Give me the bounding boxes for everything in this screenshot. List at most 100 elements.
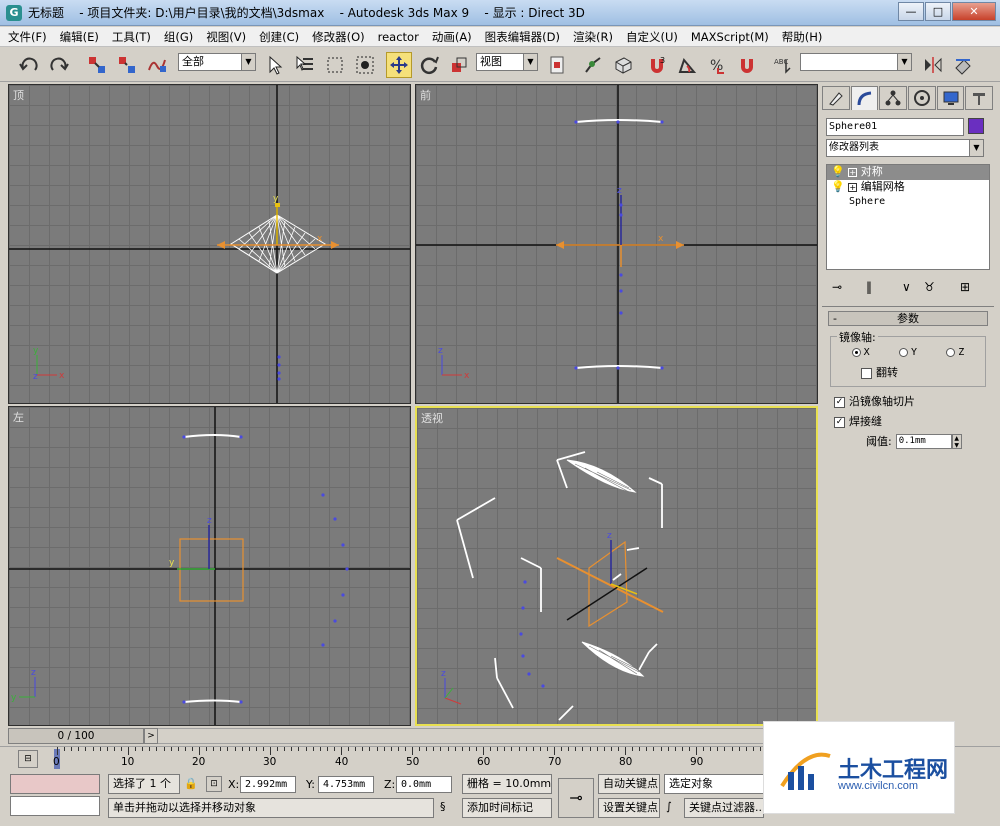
menu-file[interactable]: 文件(F)	[8, 29, 47, 45]
menu-rendering[interactable]: 渲染(R)	[573, 29, 613, 45]
undo-icon[interactable]	[16, 52, 42, 78]
time-slider[interactable]: 0 / 100 >	[8, 728, 814, 744]
axis-x-radio[interactable]: X	[851, 347, 870, 358]
select-and-move-icon[interactable]	[386, 52, 412, 78]
set-key-icon[interactable]: ⊸	[558, 778, 594, 818]
viewport-left[interactable]: 左 z y z y	[8, 406, 411, 726]
unlink-selection-icon[interactable]	[114, 52, 140, 78]
spinner-snap-toggle-icon[interactable]	[734, 52, 760, 78]
x-coordinate-field[interactable]: 2.992mm	[240, 776, 296, 793]
maximize-button[interactable]: □	[925, 2, 951, 21]
configure-modifier-sets-icon[interactable]: ⊞	[960, 280, 970, 294]
threshold-field[interactable]: 0.1mm	[895, 433, 952, 449]
viewport-front[interactable]: 前 z x z x	[415, 84, 818, 404]
object-name-field[interactable]: Sphere01	[826, 118, 964, 136]
maxscript-listener-white[interactable]	[10, 796, 100, 816]
menu-customize[interactable]: 自定义(U)	[626, 29, 678, 45]
percent-snap-toggle-icon[interactable]: %	[704, 52, 730, 78]
minimize-button[interactable]: —	[898, 2, 924, 21]
auto-key-button[interactable]: 自动关键点	[598, 774, 660, 794]
object-color-swatch[interactable]	[968, 118, 984, 134]
select-and-manipulate-icon[interactable]	[580, 52, 606, 78]
display-tab-icon[interactable]	[936, 86, 965, 110]
flip-checkbox[interactable]: 翻转	[837, 364, 979, 380]
key-filters-button[interactable]: 关键点过滤器...	[684, 798, 764, 818]
title-bar: G 无标题 - 项目文件夹: D:\用户目录\我的文档\3dsmax - Aut…	[0, 0, 1000, 26]
axis-y-radio[interactable]: Y	[898, 347, 917, 358]
show-end-result-icon[interactable]: ‖	[866, 280, 872, 294]
bind-to-space-warp-icon[interactable]	[144, 52, 170, 78]
menu-modifiers[interactable]: 修改器(O)	[312, 29, 365, 45]
time-tag-icon[interactable]: §	[440, 800, 446, 813]
menu-help[interactable]: 帮助(H)	[782, 29, 823, 45]
close-button[interactable]: ✕	[952, 2, 996, 21]
set-key-button[interactable]: 设置关键点	[598, 798, 660, 818]
weld-seam-checkbox[interactable]: ✓ 焊接缝	[830, 413, 986, 429]
angle-snap-toggle-icon[interactable]	[674, 52, 700, 78]
menu-create[interactable]: 创建(C)	[259, 29, 299, 45]
slice-along-mirror-checkbox[interactable]: ✓ 沿镜像轴切片	[830, 393, 986, 409]
rectangular-selection-region-icon[interactable]	[322, 52, 348, 78]
menu-edit[interactable]: 编辑(E)	[60, 29, 99, 45]
make-unique-icon[interactable]: ∨	[902, 280, 911, 294]
modify-tab-icon[interactable]	[850, 86, 879, 110]
select-and-link-icon[interactable]	[84, 52, 110, 78]
track-tick	[731, 747, 733, 751]
utilities-tab-icon[interactable]	[965, 86, 994, 110]
y-coordinate-field[interactable]: 4.753mm	[318, 776, 374, 793]
select-object-icon[interactable]	[262, 52, 288, 78]
absolute-mode-icon[interactable]: ⊡	[206, 776, 222, 792]
mirror-icon[interactable]	[920, 52, 946, 78]
named-selection-dropdown[interactable]: ▼	[800, 53, 912, 71]
key-tangent-icon[interactable]: ∫	[666, 800, 672, 813]
pin-stack-icon[interactable]: ⊸	[832, 280, 842, 294]
maxscript-listener-pink[interactable]	[10, 774, 100, 794]
next-frame-icon[interactable]: >	[144, 728, 158, 744]
menu-views[interactable]: 视图(V)	[206, 29, 246, 45]
window-crossing-icon[interactable]	[352, 52, 378, 78]
select-and-rotate-icon[interactable]	[416, 52, 442, 78]
z-coordinate-field[interactable]: 0.0mm	[396, 776, 452, 793]
spinner-icon[interactable]: ▲ ▼	[951, 433, 962, 449]
stack-item-symmetry[interactable]: 💡 + 对称	[827, 165, 989, 180]
select-and-scale-icon[interactable]	[446, 52, 472, 78]
keyboard-shortcut-override-icon[interactable]	[610, 52, 636, 78]
menu-maxscript[interactable]: MAXScript(M)	[691, 30, 769, 44]
selected-object-dropdown[interactable]: 选定对象	[664, 774, 764, 794]
modifier-list-dropdown[interactable]: 修改器列表 ▼	[826, 139, 984, 157]
lightbulb-icon[interactable]: 💡	[831, 180, 845, 193]
parameters-rollout-header[interactable]: - 参数	[828, 311, 988, 326]
axis-z-radio[interactable]: Z	[946, 347, 964, 358]
app-icon[interactable]: G	[6, 4, 22, 21]
motion-tab-icon[interactable]	[908, 86, 936, 110]
menu-reactor[interactable]: reactor	[378, 30, 419, 44]
use-pivot-point-center-icon[interactable]	[544, 52, 570, 78]
menu-graph-editors[interactable]: 图表编辑器(D)	[485, 29, 560, 45]
menu-group[interactable]: 组(G)	[164, 29, 193, 45]
expand-plus-icon[interactable]: +	[848, 168, 858, 177]
select-by-name-icon[interactable]	[292, 52, 318, 78]
redo-icon[interactable]	[46, 52, 72, 78]
lightbulb-icon[interactable]: 💡	[831, 165, 845, 178]
selection-filter-dropdown[interactable]: 全部 ▼	[178, 53, 256, 71]
add-time-tag[interactable]: 添加时间标记	[462, 798, 552, 818]
stack-item-sphere[interactable]: Sphere	[827, 195, 989, 210]
edit-named-selection-icon[interactable]: ABC	[770, 52, 796, 78]
track-tick	[355, 747, 357, 751]
curve-editor-mini-icon[interactable]: ⊟	[18, 750, 38, 768]
create-tab-icon[interactable]	[822, 86, 850, 110]
hierarchy-tab-icon[interactable]	[879, 86, 908, 110]
time-slider-thumb[interactable]: 0 / 100	[8, 728, 144, 744]
reference-coordinate-dropdown[interactable]: 视图 ▼	[476, 53, 538, 71]
expand-plus-icon[interactable]: +	[848, 183, 858, 192]
menu-animation[interactable]: 动画(A)	[432, 29, 472, 45]
viewport-perspective[interactable]: 透视 z z	[415, 406, 818, 726]
stack-item-edit-mesh[interactable]: 💡 + 编辑网格	[827, 180, 989, 195]
menu-tools[interactable]: 工具(T)	[112, 29, 151, 45]
lock-icon[interactable]: 🔒	[184, 777, 198, 790]
time-slider-track[interactable]	[144, 728, 814, 744]
snaps-toggle-icon[interactable]: 3	[644, 52, 670, 78]
remove-modifier-icon[interactable]: ♉	[924, 280, 935, 294]
viewport-top[interactable]: 顶 y x y x z	[8, 84, 411, 404]
align-icon[interactable]	[950, 52, 976, 78]
